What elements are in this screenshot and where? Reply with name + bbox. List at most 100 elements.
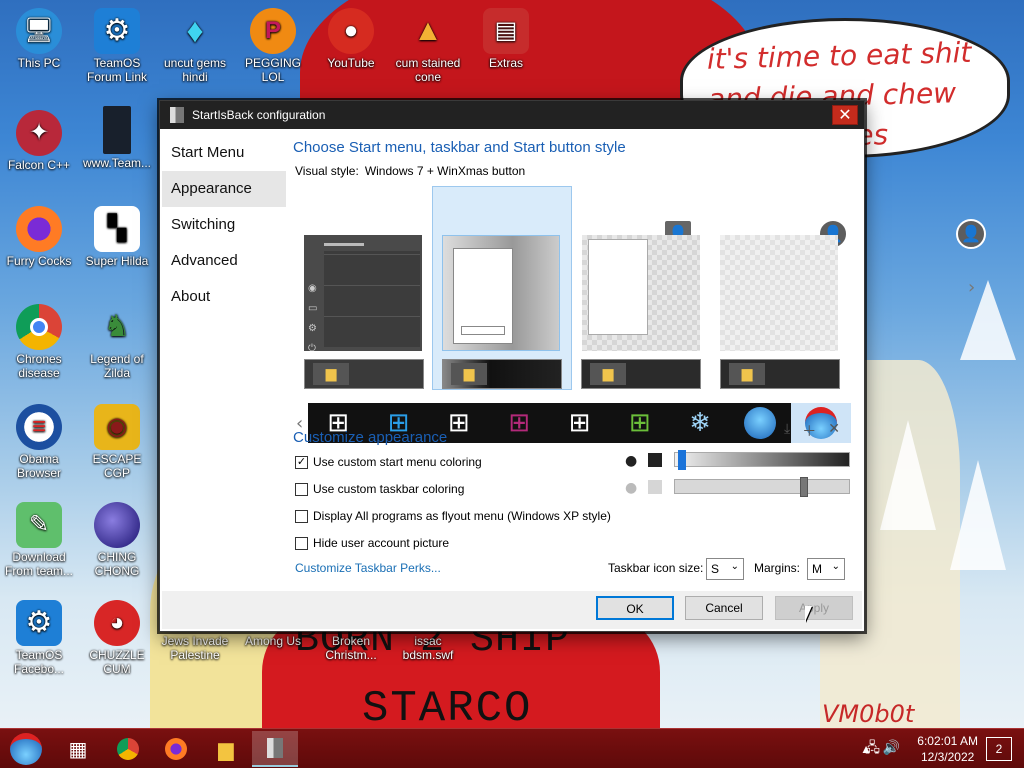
checkbox[interactable] <box>295 536 308 550</box>
start-menu-color-slider[interactable] <box>674 450 850 470</box>
style-preview-windows10[interactable]: ◉ ▭ ⚙ ⏻ <box>304 235 422 354</box>
folder-icon: ▆ <box>313 363 349 385</box>
desktop-icon-extras[interactable]: ▤ Extras <box>468 8 544 70</box>
notification-center-icon[interactable]: 2 <box>986 737 1012 761</box>
desktop-icon-this-pc[interactable]: 🖥 This PC <box>1 8 77 70</box>
style-preview-transparent[interactable] <box>720 235 838 351</box>
start-menu-color-swatch[interactable] <box>648 453 662 467</box>
desktop-icon-obama[interactable]: ≡ Obama Browser <box>1 404 77 480</box>
option-hide-account-picture[interactable]: Hide user account picture <box>295 536 449 550</box>
checkbox-checked[interactable]: ✓ <box>295 455 308 469</box>
desktop-icon-escape[interactable]: ◉ ESCAPE CGP <box>79 404 155 480</box>
icon-size-value: S <box>711 562 720 576</box>
margins-label: Margins: <box>754 561 801 575</box>
ok-button[interactable]: OK <box>596 596 674 620</box>
app-icon <box>170 107 184 123</box>
option-custom-start-menu-coloring[interactable]: ✓ Use custom start menu coloring <box>295 455 482 469</box>
apply-button[interactable]: Apply <box>775 596 853 620</box>
nav-appearance[interactable]: Appearance <box>162 171 286 207</box>
volume-icon[interactable]: 🔊 <box>883 739 900 755</box>
option-label: Display All programs as flyout menu (Win… <box>313 509 611 523</box>
chuzzle-icon: ◕ <box>94 600 140 646</box>
startisback-taskbar-icon[interactable] <box>252 731 298 767</box>
firefox-icon <box>16 206 62 252</box>
option-custom-taskbar-coloring[interactable]: Use custom taskbar coloring <box>295 482 464 496</box>
windows-logo-flat-icon[interactable]: ⊞ <box>549 403 609 443</box>
mouse-cursor <box>805 606 812 622</box>
gear-icon: ⚙ <box>16 600 62 646</box>
checkbox[interactable] <box>295 509 308 523</box>
nav-about[interactable]: About <box>162 279 286 315</box>
cancel-button[interactable]: Cancel <box>685 596 763 620</box>
taskbar-color-swatch[interactable] <box>648 480 662 494</box>
gear-icon: ⚙ <box>94 8 140 54</box>
taskbar-preview-2[interactable]: ▆ <box>442 359 562 389</box>
margins-select[interactable]: M ⌄ <box>807 558 845 580</box>
style-preview-vista[interactable] <box>582 235 700 351</box>
desktop-icon-super-hilda[interactable]: ▚ Super Hilda <box>79 206 155 268</box>
start-button[interactable] <box>8 731 44 767</box>
desktop-icon-chrome[interactable]: Chrones disease <box>1 304 77 380</box>
chrome-taskbar-icon[interactable] <box>112 733 144 765</box>
desktop-icon-cone[interactable]: ▲ cum stained cone <box>390 8 466 85</box>
desktop-icon-team-link[interactable]: www.Team... <box>79 106 155 170</box>
nav-start-menu[interactable]: Start Menu <box>162 135 286 171</box>
desktop-icon-firefox[interactable]: Furry Cocks <box>1 206 77 268</box>
notification-count: 2 <box>995 742 1003 756</box>
snowflake-icon[interactable]: ❄ <box>670 403 730 443</box>
slider-thumb[interactable] <box>678 450 686 470</box>
computer-icon: 🖥 <box>16 8 62 54</box>
customize-taskbar-perks-link[interactable]: Customize Taskbar Perks... <box>295 561 441 575</box>
icon-size-select[interactable]: S ⌄ <box>706 558 744 580</box>
link-sprite-icon: ♞ <box>103 310 131 343</box>
window-title: StartIsBack configuration <box>192 108 326 122</box>
desktop-icon-teamos-forum[interactable]: ⚙ TeamOS Forum Link <box>79 8 155 84</box>
folder-icon: ▆ <box>451 363 487 385</box>
desktop-icon-broken[interactable]: Broken Christm... <box>313 634 389 662</box>
network-icon[interactable]: 🖧 <box>864 739 880 755</box>
clock[interactable]: 6:02:01 AM 12/3/2022 <box>917 733 978 765</box>
clock-date: 12/3/2022 <box>920 750 975 764</box>
desktop-icon-uncut-gems[interactable]: ♦ uncut gems hindi <box>157 8 233 84</box>
windows-logo-purple-icon[interactable]: ⊞ <box>489 403 549 443</box>
desktop-icon-among-us[interactable]: Among Us <box>235 634 311 648</box>
style-preview-windows7[interactable] <box>442 235 560 351</box>
clock-time: 6:02:01 AM <box>917 734 978 748</box>
nav-advanced[interactable]: Advanced <box>162 243 286 279</box>
window-titlebar[interactable]: StartIsBack configuration ✕ <box>160 101 864 129</box>
desktop-icon-zilda[interactable]: ♞ Legend of Zilda <box>79 304 155 381</box>
nav-switching[interactable]: Switching <box>162 207 286 243</box>
taskbar-color-slider[interactable] <box>674 477 850 497</box>
desktop-icon-teamos-facebook[interactable]: ⚙ TeamOS Facebo... <box>1 600 77 676</box>
file-explorer-icon[interactable]: ▆ <box>210 733 242 765</box>
checkbox[interactable] <box>295 482 308 496</box>
angry-bird-icon: ● <box>328 8 374 54</box>
desktop-icon-jews-invade[interactable]: Jews Invade Palestine <box>157 634 233 662</box>
firefox-taskbar-icon[interactable] <box>160 733 192 765</box>
chevron-right-icon[interactable]: › <box>968 277 975 298</box>
desktop-icon-download[interactable]: ✎ Download From team... <box>1 502 77 578</box>
add-icon[interactable]: ＋ <box>802 421 816 441</box>
windows-orb-icon[interactable] <box>730 403 790 443</box>
desktop-icon-ching-chong[interactable]: CHING CHONG <box>79 502 155 578</box>
download-icon[interactable]: ⤓ <box>784 421 790 441</box>
transparency-drop-icon: ● <box>625 453 638 469</box>
task-view-icon[interactable]: ▦ <box>62 733 94 765</box>
close-button[interactable]: ✕ <box>832 105 858 125</box>
margins-value: M <box>812 562 822 576</box>
windows-logo-color-icon[interactable]: ⊞ <box>610 403 670 443</box>
desktop-icon-issac[interactable]: issac bdsm.swf <box>390 634 466 662</box>
desktop-icon-youtube[interactable]: ● YouTube <box>313 8 389 70</box>
folder-icon: ▆ <box>590 363 626 385</box>
slider-thumb[interactable] <box>800 477 808 497</box>
diamond-icon: ♦ <box>186 12 204 50</box>
taskbar-preview-1[interactable]: ▆ <box>304 359 424 389</box>
close-icon[interactable]: ✕ <box>828 421 840 441</box>
taskbar-preview-3[interactable]: ▆ <box>581 359 701 389</box>
desktop-icon-falcon[interactable]: ✦ Falcon C++ <box>1 110 77 172</box>
desktop-icon-pegging[interactable]: P PEGGING LOL <box>235 8 311 84</box>
option-flyout-menu[interactable]: Display All programs as flyout menu (Win… <box>295 509 611 523</box>
taskbar-preview-4[interactable]: ▆ <box>720 359 840 389</box>
desktop-icon-chuzzle[interactable]: ◕ CHUZZLE CUM <box>79 600 155 676</box>
strip-tools: ⤓ ＋ ✕ <box>784 421 840 441</box>
